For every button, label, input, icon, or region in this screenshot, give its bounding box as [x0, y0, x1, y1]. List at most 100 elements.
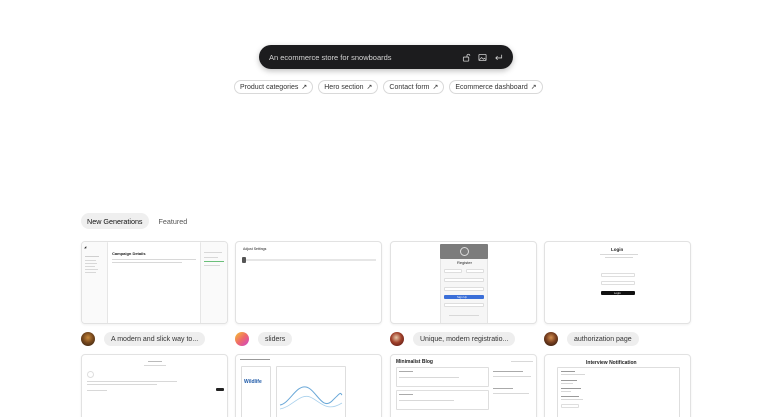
generation-title[interactable]: authorization page: [567, 332, 639, 346]
unlock-icon[interactable]: [462, 53, 471, 62]
preview-nav: [240, 359, 270, 360]
preview-line: [561, 399, 583, 400]
generation-card-preview[interactable]: Register Sign Up: [390, 241, 537, 324]
preview-submit-label: Login: [614, 291, 621, 295]
generation-card-preview[interactable]: Adjust Settings: [235, 241, 382, 324]
arrow-up-right-icon: ↗: [301, 84, 308, 91]
preview-input: [444, 278, 484, 282]
preview-line: [399, 371, 413, 372]
preview-line: [85, 269, 98, 270]
preview-title: Campaign Details: [112, 251, 146, 256]
preview-line: [561, 371, 575, 372]
avatar[interactable]: [544, 332, 558, 346]
generation-card-preview[interactable]: Minimalist Blog: [390, 354, 537, 417]
suggestion-chip[interactable]: Product categories ↗: [234, 80, 314, 94]
preview-line: [561, 383, 573, 384]
preview-line: [144, 365, 166, 366]
chip-label: Contact form: [389, 83, 430, 91]
preview-line: [399, 377, 459, 378]
chip-label: Ecommerce dashboard: [455, 83, 528, 91]
generation-meta: authorization page: [544, 331, 639, 347]
preview-line: [449, 315, 479, 316]
generation-card-preview[interactable]: ◢ Campaign Details: [81, 241, 228, 324]
preview-slider-track: [243, 259, 376, 261]
generation-card-preview[interactable]: Interview Notification: [544, 354, 691, 417]
arrow-up-right-icon: ↗: [530, 84, 537, 91]
preview-line: [148, 361, 162, 362]
enter-icon[interactable]: [494, 53, 503, 62]
preview-blank: [349, 366, 379, 417]
preview-line: [399, 394, 413, 395]
preview-line: [204, 257, 218, 258]
preview-wildlife-label: Wildlife: [244, 379, 262, 385]
arrow-up-right-icon: ↗: [432, 84, 439, 91]
generation-meta: A modern and slick way to...: [81, 331, 206, 347]
suggestion-chip[interactable]: Hero section ↗: [318, 80, 379, 94]
preview-input: [601, 281, 635, 285]
preview-line: [87, 384, 157, 385]
preview-title: Login: [611, 247, 624, 252]
preview-slider-thumb: [242, 257, 246, 263]
preview-line: [204, 252, 222, 253]
preview-title: Register: [457, 260, 472, 265]
preview-button: [216, 388, 224, 391]
chip-label: Hero section: [324, 83, 364, 91]
preview-input: [444, 269, 462, 273]
generation-title[interactable]: A modern and slick way to...: [104, 332, 206, 346]
preview-panel: [241, 366, 271, 417]
preview-line: [493, 376, 531, 377]
preview-line: [85, 260, 96, 261]
preview-line: [600, 254, 638, 255]
preview-button: [561, 404, 579, 408]
suggestion-chip[interactable]: Ecommerce dashboard ↗: [449, 80, 543, 94]
suggestion-chips: Product categories ↗ Hero section ↗ Cont…: [234, 80, 543, 94]
preview-line: [561, 388, 581, 389]
generation-card-preview[interactable]: Login Login: [544, 241, 691, 324]
avatar[interactable]: [81, 332, 95, 346]
chip-label: Product categories: [240, 83, 299, 91]
preview-input: [444, 287, 484, 291]
preview-line: [85, 266, 95, 267]
generation-meta: Unique, modern registratio...: [390, 331, 516, 347]
preview-sidebar: [82, 242, 108, 323]
preview-line: [85, 272, 96, 273]
preview-line: [399, 400, 454, 401]
preview-line: [112, 259, 196, 260]
tab-new-generations[interactable]: New Generations: [81, 213, 149, 229]
preview-line: [204, 261, 224, 262]
preview-title: Minimalist Blog: [396, 359, 433, 365]
generation-meta: sliders: [235, 331, 293, 347]
gallery-tabs: New Generations Featured: [81, 213, 193, 229]
preview-line: [87, 381, 177, 382]
generation-title[interactable]: Unique, modern registratio...: [413, 332, 516, 346]
preview-line: [561, 391, 571, 392]
preview-line: [561, 396, 579, 397]
generation-card-preview[interactable]: Wildlife: [235, 354, 382, 417]
preview-line-chart: [279, 386, 343, 410]
preview-line: [605, 257, 633, 258]
generation-title[interactable]: sliders: [258, 332, 293, 346]
suggestion-chip[interactable]: Contact form ↗: [383, 80, 445, 94]
prompt-placeholder: An ecommerce store for snowboards: [269, 52, 392, 62]
preview-line: [493, 388, 513, 389]
avatar[interactable]: [235, 332, 249, 346]
image-icon[interactable]: [478, 53, 487, 62]
preview-avatar-circle: [460, 247, 469, 256]
prompt-input[interactable]: An ecommerce store for snowboards: [259, 45, 513, 69]
preview-line: [493, 393, 529, 394]
preview-line: [87, 390, 107, 391]
generation-card-preview[interactable]: [81, 354, 228, 417]
tab-featured[interactable]: Featured: [153, 213, 194, 229]
preview-input: [444, 303, 484, 307]
preview-line: [493, 371, 523, 372]
arrow-up-right-icon: ↗: [366, 84, 373, 91]
preview-submit-label: Sign Up: [457, 295, 467, 299]
preview-line: [85, 263, 97, 264]
avatar[interactable]: [390, 332, 404, 346]
preview-title: Adjust Settings: [243, 247, 267, 251]
preview-right-panel: [200, 242, 227, 323]
preview-line: [204, 265, 220, 266]
preview-line: [112, 262, 182, 263]
preview-input: [601, 273, 635, 277]
preview-input: [466, 269, 484, 273]
